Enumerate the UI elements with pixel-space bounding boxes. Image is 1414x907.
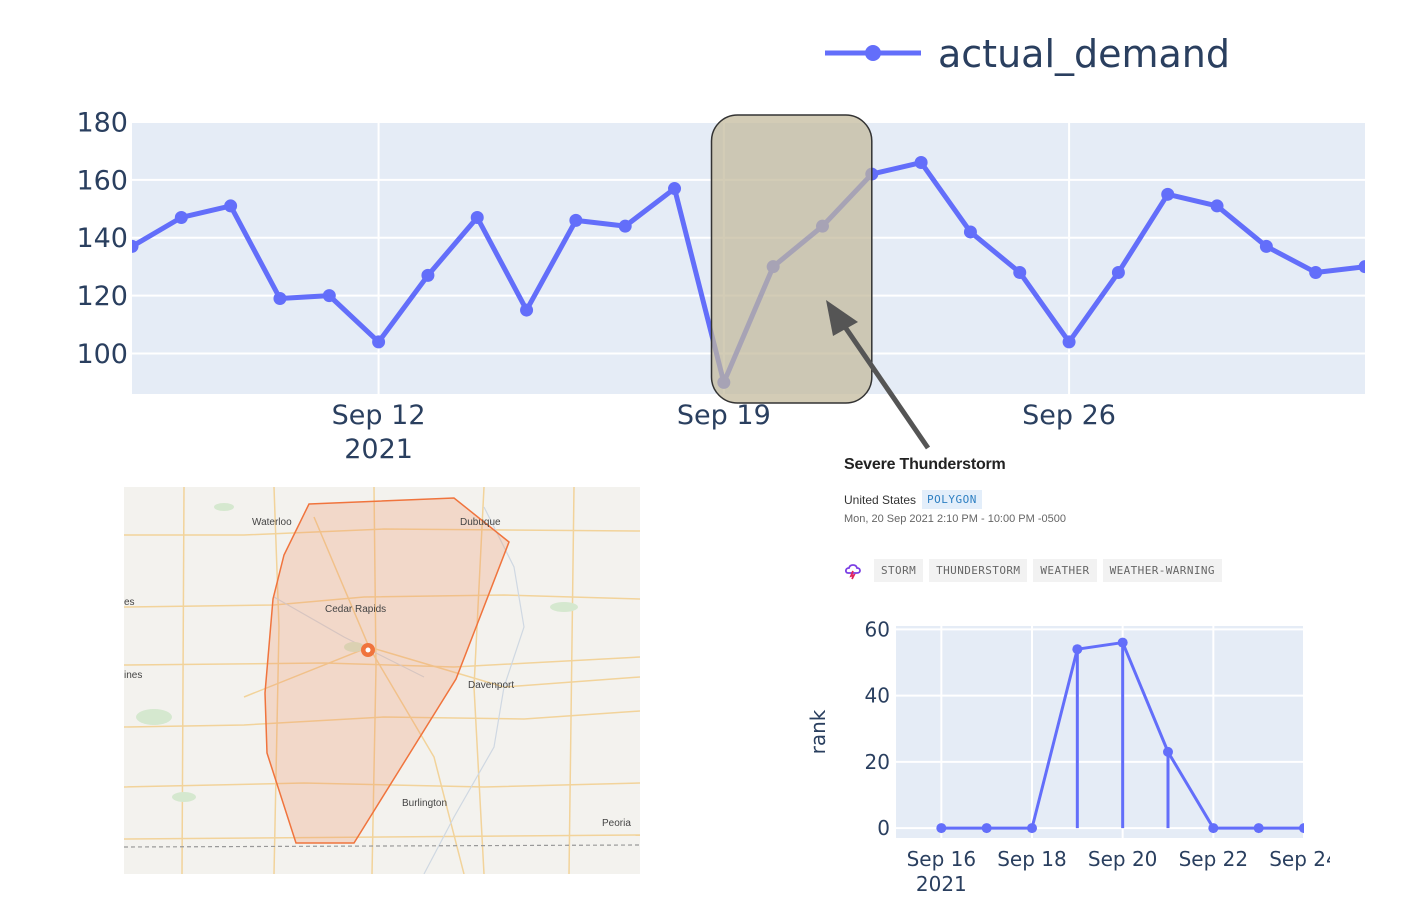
geo-type-badge: POLYGON xyxy=(922,490,982,509)
x-tick-label: Sep 20 xyxy=(1088,847,1158,871)
data-point[interactable] xyxy=(1027,823,1037,834)
data-point[interactable] xyxy=(668,182,682,196)
event-title: Severe Thunderstorm xyxy=(844,456,1006,473)
map-label-partial-2: ines xyxy=(124,670,143,681)
map-label-waterloo: Waterloo xyxy=(252,517,292,528)
x-tick-label: Sep 19 xyxy=(677,400,771,431)
map-label-peoria: Peoria xyxy=(602,818,631,829)
y-tick-label: 60 xyxy=(865,617,890,641)
legend-entry: actual_demand xyxy=(938,32,1230,76)
x-tick-label: Sep 24 xyxy=(1269,847,1330,871)
data-point[interactable] xyxy=(1358,260,1372,274)
y-axis-title: rank xyxy=(806,709,830,754)
legend-marker-icon xyxy=(865,45,881,61)
event-country: United States xyxy=(844,492,917,507)
x-tick-label: Sep 12 xyxy=(332,400,426,431)
map-label-dubuque: Dubuque xyxy=(460,517,501,528)
tag-weather-warning[interactable]: WEATHER-WARNING xyxy=(1102,559,1222,582)
data-point[interactable] xyxy=(273,292,287,306)
data-point[interactable] xyxy=(470,210,484,224)
map-label-burlington: Burlington xyxy=(402,798,448,809)
x-tick-label: Sep 26 xyxy=(1022,400,1116,431)
data-point[interactable] xyxy=(1072,644,1083,655)
data-point[interactable] xyxy=(981,823,992,834)
data-point[interactable] xyxy=(1062,335,1076,349)
tag-weather[interactable]: WEATHER xyxy=(1033,559,1097,582)
y-tick-label: 140 xyxy=(76,223,128,254)
rank-chart: 0 20 40 60 Sep 162021 Sep 18 Sep 20 Sep 22 Sep 2… xyxy=(806,617,1330,896)
data-point[interactable] xyxy=(1163,746,1173,757)
event-highlight-box[interactable] xyxy=(710,114,873,404)
y-tick-label: 20 xyxy=(865,750,890,774)
map-label-davenport: Davenport xyxy=(468,680,515,691)
data-point[interactable] xyxy=(1259,239,1273,253)
event-tags: STORM THUNDERSTORM WEATHER WEATHER-WARNI… xyxy=(844,559,1324,582)
x-tick-label: Sep 18 xyxy=(997,847,1067,871)
data-point[interactable] xyxy=(322,289,336,303)
data-point[interactable] xyxy=(1210,199,1224,213)
y-tick-label: 160 xyxy=(76,165,128,196)
data-point[interactable] xyxy=(618,219,632,233)
data-point[interactable] xyxy=(1299,823,1309,834)
tag-thunderstorm[interactable]: THUNDERSTORM xyxy=(929,559,1028,582)
data-point[interactable] xyxy=(421,268,435,282)
y-tick-label: 40 xyxy=(865,684,890,708)
data-point[interactable] xyxy=(224,199,238,213)
y-tick-label: 120 xyxy=(76,281,128,312)
y-tick-label: 100 xyxy=(76,339,128,370)
event-card[interactable]: Severe Thunderstorm United States POLYGO… xyxy=(844,456,1324,582)
map-label-partial-1: es xyxy=(124,597,135,608)
x-tick-sublabel: 2021 xyxy=(344,434,413,465)
event-time: Mon, 20 Sep 2021 2:10 PM - 10:00 PM -050… xyxy=(844,513,1066,525)
plot-background xyxy=(896,626,1304,838)
data-point[interactable] xyxy=(1253,823,1264,834)
data-point[interactable] xyxy=(1111,265,1125,279)
data-point[interactable] xyxy=(1117,637,1128,648)
demand-chart: 100 120 140 160 180 Sep 122021 Sep 19 Sep 26 ac… xyxy=(76,32,1414,465)
legend[interactable]: actual_demand xyxy=(825,32,1230,76)
data-point[interactable] xyxy=(1208,823,1219,834)
y-tick-label: 180 xyxy=(76,107,128,138)
tag-storm[interactable]: STORM xyxy=(874,559,924,582)
y-tick-label: 0 xyxy=(877,816,890,840)
data-point[interactable] xyxy=(1161,187,1175,201)
data-point[interactable] xyxy=(1013,265,1027,279)
data-point[interactable] xyxy=(963,225,977,239)
data-point[interactable] xyxy=(569,213,583,227)
storm-icon xyxy=(844,562,868,580)
x-tick-sublabel: 2021 xyxy=(916,872,967,896)
event-map[interactable]: Waterloo Dubuque Cedar Rapids Davenport … xyxy=(124,487,640,874)
data-point[interactable] xyxy=(914,156,928,170)
x-tick-label: Sep 22 xyxy=(1179,847,1249,871)
data-point[interactable] xyxy=(174,210,188,224)
data-point[interactable] xyxy=(1408,286,1414,299)
x-tick-label: Sep 16 xyxy=(907,847,977,871)
data-point[interactable] xyxy=(372,335,386,349)
data-point[interactable] xyxy=(936,823,947,834)
map-canvas xyxy=(124,487,640,874)
map-label-cedar-rapids: Cedar Rapids xyxy=(325,604,387,615)
event-polygon xyxy=(264,497,510,844)
data-point[interactable] xyxy=(1309,265,1323,279)
data-point[interactable] xyxy=(520,303,534,317)
